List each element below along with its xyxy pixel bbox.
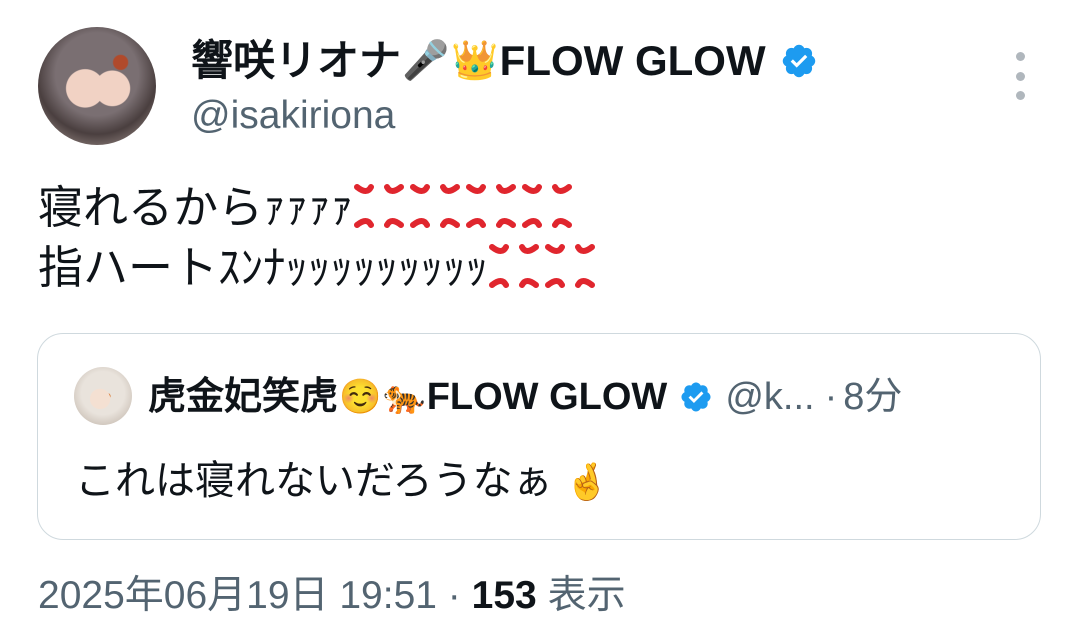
tweet-line-1: 寝れるからｧｧｧｧ xyxy=(38,178,600,238)
anger-symbol-icon xyxy=(522,184,573,228)
quoted-tweet-card[interactable]: 虎金妃笑虎 ☺️ 🐅 FLOW GLOW @k... · 8分 これは寝れないだ… xyxy=(37,333,1041,540)
quoted-author-avatar[interactable] xyxy=(74,367,132,425)
verified-badge-icon xyxy=(782,44,815,78)
tweet-line-2: 指ハートｽﾝﾅｯｯｯｯｯｯｯｯｯ xyxy=(38,238,600,298)
anger-symbol-icon xyxy=(545,244,596,288)
tweet-timestamp[interactable]: 2025年06月19日 19:51 xyxy=(38,574,437,617)
crossed-fingers-emoji: 🤞 xyxy=(564,461,610,502)
views-count[interactable]: 153 xyxy=(472,574,537,617)
tweet-meta: 2025年06月19日 19:51 · 153 表示 xyxy=(38,572,626,620)
tiger-emoji: 🐅 xyxy=(383,378,426,416)
author-display-name[interactable]: 響咲リオナ 🎤 👑 FLOW GLOW xyxy=(191,36,818,86)
quoted-author-handle[interactable]: @k... xyxy=(725,372,814,422)
quoted-tweet-time[interactable]: 8分 xyxy=(843,372,902,422)
more-vertical-icon[interactable] xyxy=(1010,52,1030,100)
anger-symbol-icon xyxy=(489,244,540,288)
author-avatar[interactable] xyxy=(38,27,156,145)
verified-badge-icon xyxy=(681,382,711,412)
microphone-emoji: 🎤 xyxy=(402,40,450,82)
quoted-author-name[interactable]: 虎金妃笑虎 ☺️ 🐅 FLOW GLOW xyxy=(148,372,667,422)
anger-symbol-icon xyxy=(410,184,461,228)
author-handle[interactable]: @isakiriona xyxy=(191,94,395,138)
anger-symbol-icon xyxy=(354,184,405,228)
author-name-text: 響咲リオナ xyxy=(191,37,402,84)
anger-symbol-icon xyxy=(466,184,517,228)
author-name-suffix: FLOW GLOW xyxy=(499,37,766,84)
smiling-face-emoji: ☺️ xyxy=(339,378,382,416)
meta-separator: · xyxy=(447,574,461,617)
quoted-tweet-header: 虎金妃笑虎 ☺️ 🐅 FLOW GLOW @k... · 8分 xyxy=(148,372,902,422)
crown-emoji: 👑 xyxy=(451,40,499,82)
tweet-body: 寝れるからｧｧｧｧ 指ハートｽﾝﾅｯｯｯｯｯｯｯｯｯ xyxy=(38,178,600,298)
views-label: 表示 xyxy=(547,574,626,617)
quoted-tweet-text: これは寝れないだろうなぁ 🤞 xyxy=(75,459,610,503)
quote-separator: · xyxy=(824,376,838,418)
